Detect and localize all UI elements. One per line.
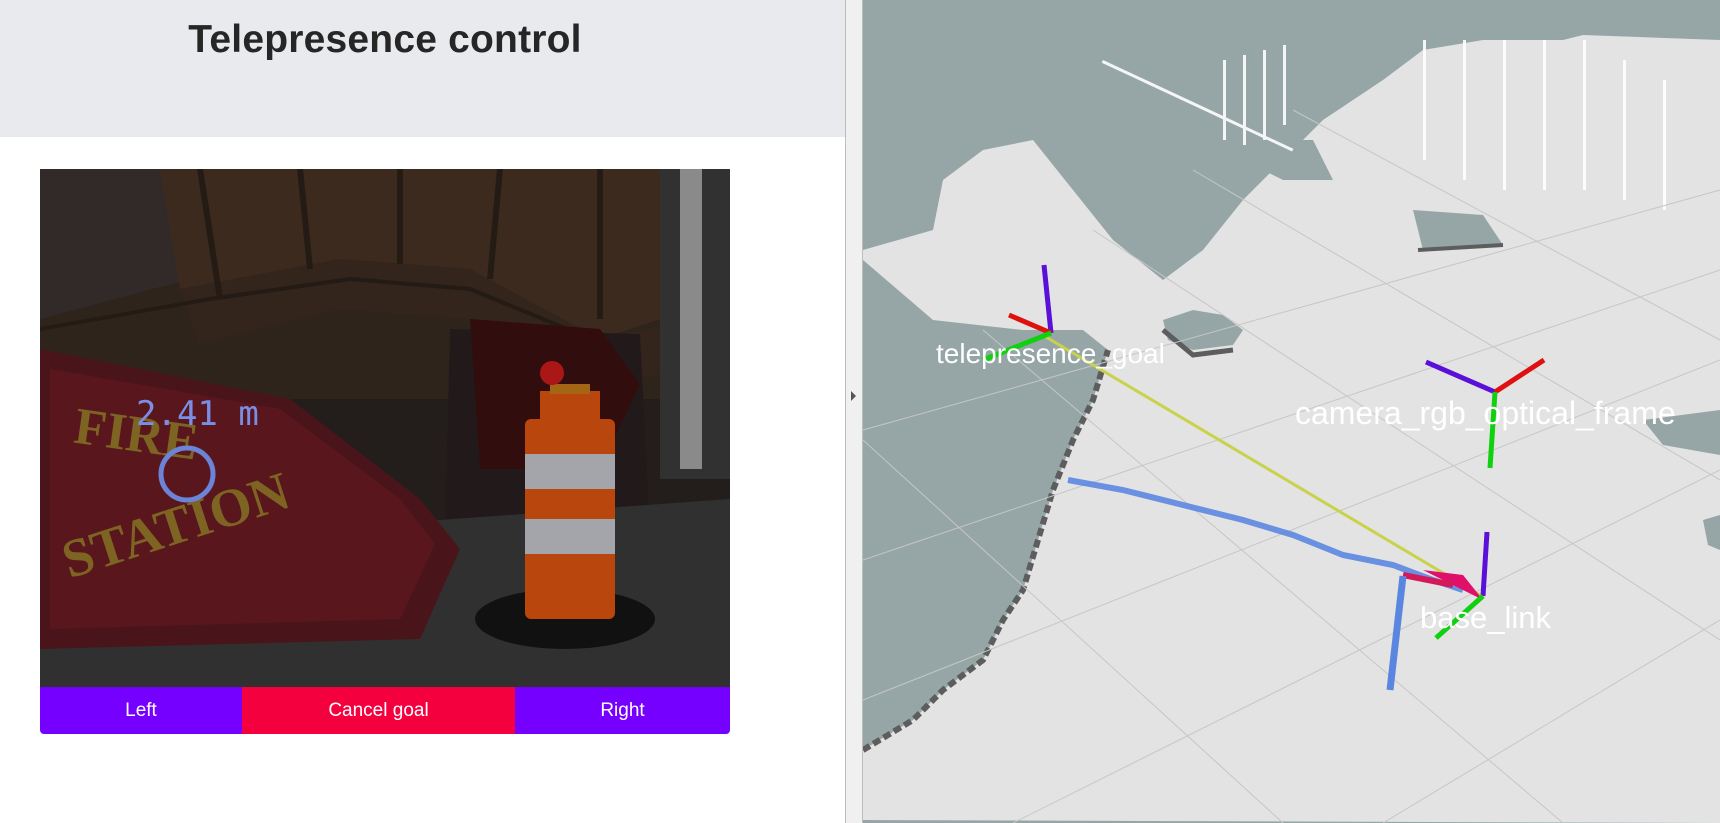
camera-feed[interactable]: FIRE STATION 2.41 m xyxy=(40,169,730,687)
distance-label: 2.41 m xyxy=(136,394,259,434)
frame-label-camera: camera_rgb_optical_frame xyxy=(1295,395,1676,431)
chevron-right-icon[interactable] xyxy=(851,391,856,401)
right-button[interactable]: Right xyxy=(515,687,730,734)
page-title: Telepresence control xyxy=(188,18,582,61)
cancel-goal-button[interactable]: Cancel goal xyxy=(242,687,515,734)
control-bar: Left Cancel goal Right xyxy=(40,687,730,734)
left-button[interactable]: Left xyxy=(40,687,242,734)
frame-label-goal: telepresence_goal xyxy=(936,338,1165,369)
telepresence-panel: Telepresence control FIRE STATION 2.41 m… xyxy=(0,0,845,823)
frame-label-base: base_link xyxy=(1420,600,1551,635)
rviz-3d-view[interactable]: telepresence_goal camera_rgb_optical_fra… xyxy=(863,0,1720,823)
panel-splitter[interactable] xyxy=(845,0,863,823)
header: Telepresence control xyxy=(0,0,845,137)
